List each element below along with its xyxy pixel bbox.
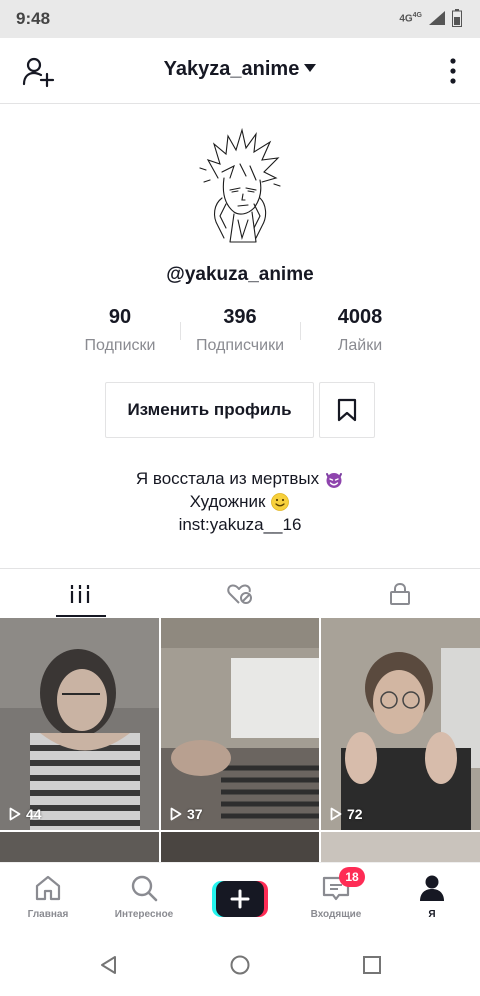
stat-label: Лайки <box>337 337 383 354</box>
stat-label: Подписки <box>84 337 156 354</box>
profile-handle: @yakuza_anime <box>166 264 314 285</box>
video-thumbnail <box>321 618 480 830</box>
create-video-button[interactable] <box>212 881 268 917</box>
account-name: Yakyza_anime <box>163 58 300 80</box>
bookmark-icon <box>337 398 357 422</box>
nav-label: Я <box>428 909 436 920</box>
status-indicators: 4G4G <box>399 9 462 27</box>
nav-label: Интересное <box>114 909 174 920</box>
view-count: 37 <box>170 806 203 822</box>
nav-profile[interactable]: Я <box>384 873 480 920</box>
stat-value: 90 <box>108 306 132 328</box>
stat-value: 4008 <box>337 306 383 328</box>
view-count-value: 37 <box>187 806 203 822</box>
more-options-icon[interactable] <box>448 56 458 86</box>
video-thumbnail <box>161 618 319 830</box>
video-tile[interactable]: 44 <box>0 618 159 830</box>
back-icon[interactable] <box>98 954 120 976</box>
stat-value: 396 <box>223 306 257 328</box>
search-icon <box>131 875 158 902</box>
battery-icon <box>452 9 462 27</box>
play-icon <box>330 807 342 821</box>
bio-line: Я восстала из мертвых <box>0 467 480 490</box>
view-count: 44 <box>9 806 42 822</box>
tab-private[interactable] <box>320 569 480 619</box>
nav-inbox[interactable]: 18 Входящие <box>288 867 384 920</box>
view-count-value: 44 <box>26 806 42 822</box>
bio-line: Художник <box>0 490 480 513</box>
stat-label: Подписчики <box>195 337 284 354</box>
profile-icon <box>420 875 444 901</box>
nav-home[interactable]: Главная <box>0 873 96 920</box>
recents-icon[interactable] <box>361 954 383 976</box>
profile-stats: 90 Подписки 396 Подписчики 4008 Лайки <box>60 306 420 362</box>
profile-tabs <box>0 568 480 618</box>
tab-liked[interactable] <box>160 569 320 619</box>
nav-discover[interactable]: Интересное <box>96 873 192 920</box>
play-icon <box>170 807 182 821</box>
home-circle-icon[interactable] <box>229 954 251 976</box>
nav-label: Входящие <box>310 909 362 920</box>
devil-emoji-icon <box>326 472 343 488</box>
view-count-value: 72 <box>347 806 363 822</box>
active-tab-indicator <box>56 615 106 617</box>
grid-icon <box>70 585 90 603</box>
bio-text: Художник <box>189 492 266 511</box>
edit-profile-button[interactable]: Изменить профиль <box>105 382 314 438</box>
status-bar: 9:48 4G4G <box>0 0 480 38</box>
video-grid: 44 37 72 <box>0 618 480 862</box>
profile-bio: Я восстала из мертвых Художник inst:yaku… <box>0 467 480 536</box>
view-count: 72 <box>330 806 363 822</box>
lock-icon <box>390 582 410 605</box>
video-tile[interactable] <box>321 832 480 862</box>
profile-header: Yakyza_anime <box>0 38 480 104</box>
tab-videos[interactable] <box>0 569 160 619</box>
system-navigation-bar <box>0 934 480 996</box>
video-tile[interactable] <box>161 832 319 862</box>
avatar[interactable] <box>190 120 290 260</box>
video-tile[interactable]: 72 <box>321 618 480 830</box>
caret-down-icon <box>304 63 317 72</box>
account-switcher[interactable]: Yakyza_anime <box>0 58 480 81</box>
status-time: 9:48 <box>16 9 51 28</box>
network-label: 4G4G <box>399 11 422 25</box>
video-thumbnail <box>0 618 159 830</box>
stat-following[interactable]: 90 Подписки <box>60 306 180 355</box>
nav-label: Главная <box>27 909 69 920</box>
video-tile[interactable]: 37 <box>161 618 319 830</box>
stat-likes[interactable]: 4008 Лайки <box>300 306 420 355</box>
favorites-button[interactable] <box>319 382 375 438</box>
home-icon <box>35 875 61 901</box>
bio-line: inst:yakuza__16 <box>0 513 480 536</box>
bottom-navigation: Главная Интересное 18 Входящие Я <box>0 862 480 934</box>
liked-hidden-icon <box>227 584 252 604</box>
signal-icon <box>429 11 445 25</box>
inbox-badge: 18 <box>339 867 365 887</box>
smile-emoji-icon <box>271 492 290 511</box>
video-tile[interactable] <box>0 832 159 862</box>
bio-text: Я восстала из мертвых <box>135 469 320 488</box>
bio-text: inst:yakuza__16 <box>178 515 302 534</box>
play-icon <box>9 807 21 821</box>
stat-followers[interactable]: 396 Подписчики <box>180 306 300 355</box>
